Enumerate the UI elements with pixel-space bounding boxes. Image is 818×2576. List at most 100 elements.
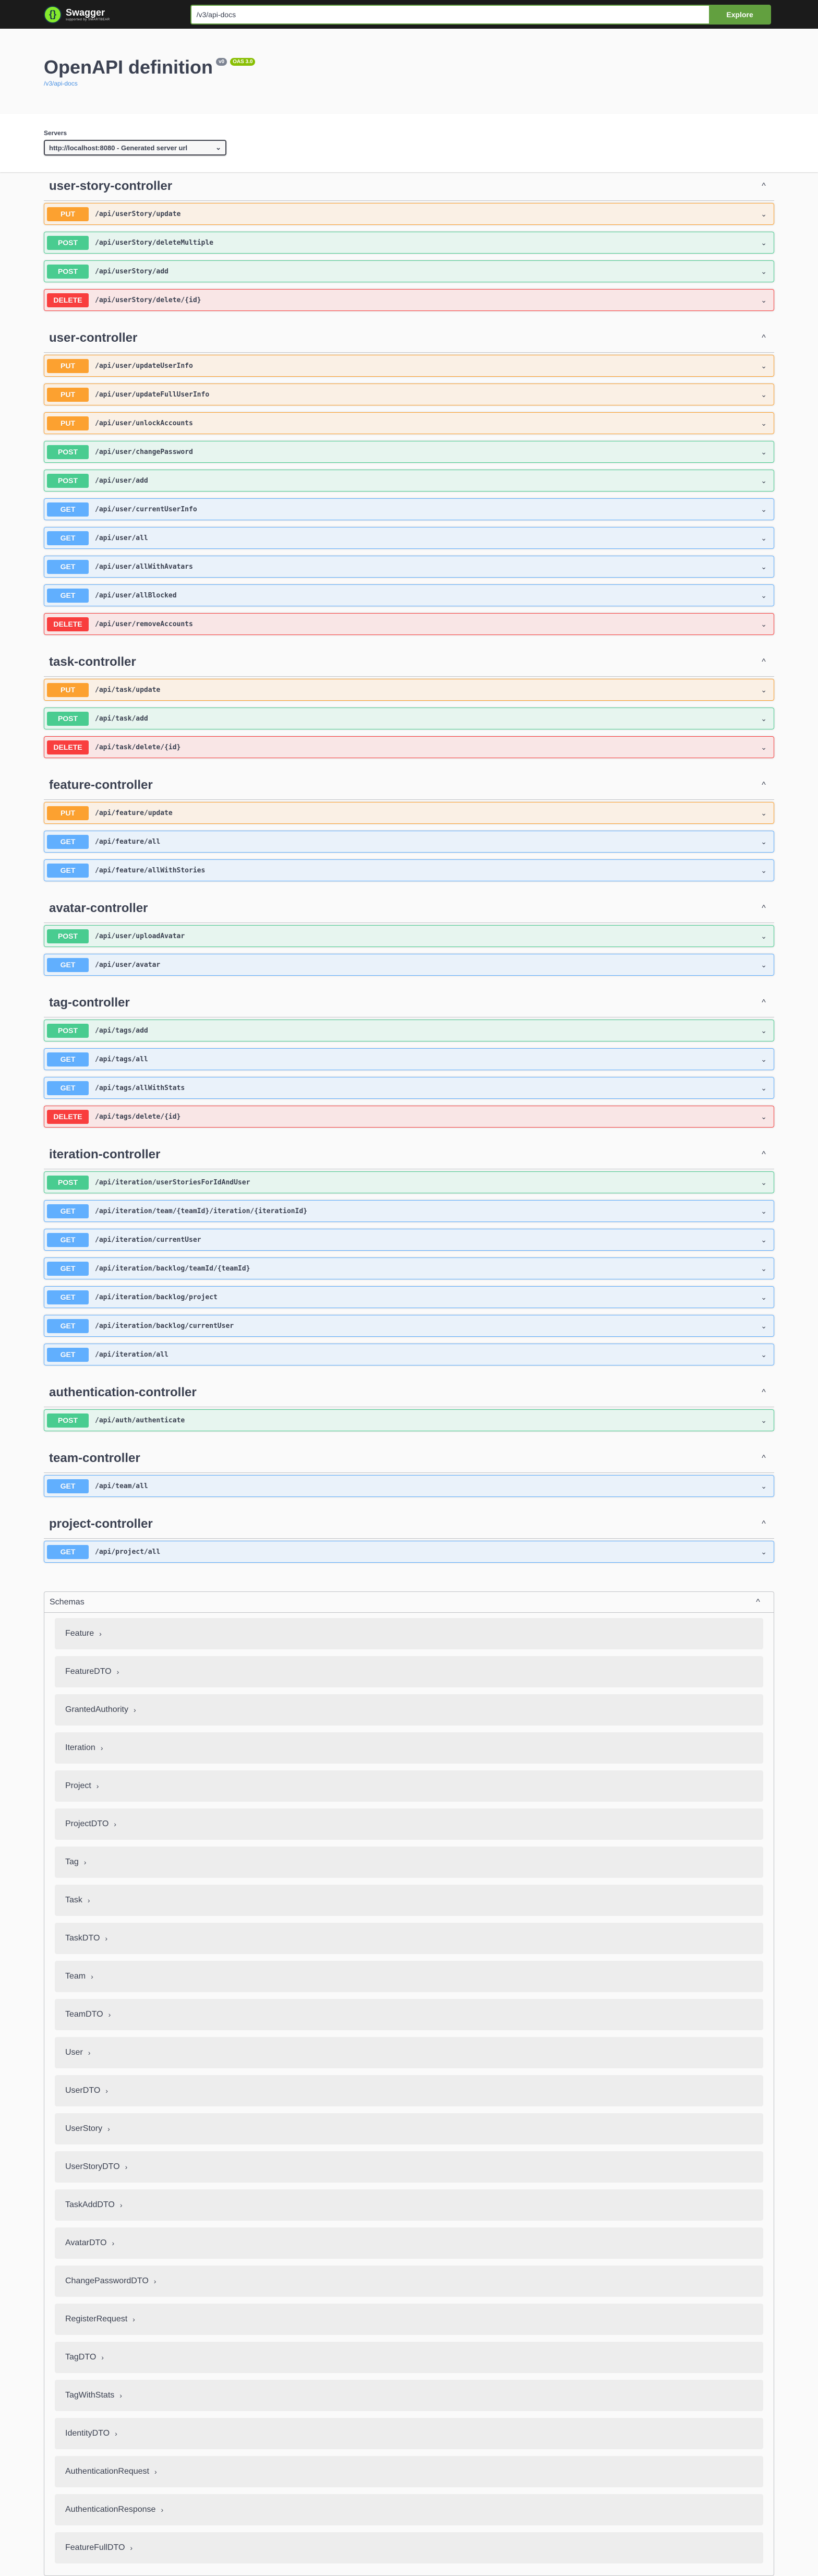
operation-get[interactable]: GET/api/tags/all ⌄ (44, 1048, 774, 1070)
chevron-down-icon[interactable]: ⌄ (761, 390, 771, 399)
api-docs-link[interactable]: /v3/api-docs (44, 80, 78, 87)
schema-item[interactable]: Feature › (55, 1618, 763, 1649)
servers-select[interactable]: http://localhost:8080 - Generated server… (44, 140, 226, 155)
operation-get[interactable]: GET/api/project/all ⌄ (44, 1541, 774, 1563)
operation-put[interactable]: PUT/api/user/updateUserInfo ⌄ (44, 355, 774, 377)
schema-item[interactable]: TeamDTO › (55, 1999, 763, 2030)
chevron-down-icon[interactable]: ⌄ (761, 620, 771, 629)
explore-button[interactable]: Explore (708, 4, 771, 25)
chevron-down-icon[interactable]: ⌄ (761, 562, 771, 571)
schema-item[interactable]: UserDTO › (55, 2075, 763, 2106)
schema-item[interactable]: TagDTO › (55, 2342, 763, 2373)
chevron-down-icon[interactable]: ⌄ (761, 1482, 771, 1491)
chevron-down-icon[interactable]: ⌄ (761, 419, 771, 428)
schema-item[interactable]: UserStoryDTO › (55, 2151, 763, 2183)
search-input[interactable] (190, 4, 709, 25)
operation-get[interactable]: GET/api/iteration/all ⌄ (44, 1344, 774, 1365)
schema-item[interactable]: UserStory › (55, 2113, 763, 2144)
chevron-down-icon[interactable]: ⌄ (761, 866, 771, 875)
chevron-down-icon[interactable]: ⌄ (761, 476, 771, 485)
chevron-down-icon[interactable]: ⌄ (761, 591, 771, 600)
chevron-down-icon[interactable]: ⌄ (761, 1026, 771, 1035)
schema-item[interactable]: FeatureDTO › (55, 1656, 763, 1687)
operation-post[interactable]: POST/api/auth/authenticate ⌄ (44, 1409, 774, 1431)
chevron-down-icon[interactable]: ⌄ (761, 448, 771, 457)
chevron-up-icon[interactable]: ^ (759, 904, 769, 913)
operation-post[interactable]: POST/api/userStory/add ⌄ (44, 260, 774, 282)
operation-put[interactable]: PUT/api/user/unlockAccounts ⌄ (44, 412, 774, 434)
operation-get[interactable]: GET/api/iteration/team/{teamId}/iteratio… (44, 1200, 774, 1222)
schema-item[interactable]: FeatureFullDTO › (55, 2532, 763, 2563)
schema-item[interactable]: Tag › (55, 1847, 763, 1878)
operation-put[interactable]: PUT/api/task/update ⌄ (44, 679, 774, 701)
chevron-down-icon[interactable]: ⌄ (761, 686, 771, 694)
operation-put[interactable]: PUT/api/userStory/update ⌄ (44, 203, 774, 225)
operation-get[interactable]: GET/api/user/all ⌄ (44, 527, 774, 549)
operation-get[interactable]: GET/api/iteration/currentUser ⌄ (44, 1229, 774, 1251)
chevron-down-icon[interactable]: ⌄ (761, 238, 771, 247)
tag-header[interactable]: task-controller ^ (44, 648, 774, 677)
chevron-down-icon[interactable]: ⌄ (761, 1207, 771, 1216)
chevron-down-icon[interactable]: ⌄ (761, 1236, 771, 1244)
chevron-down-icon[interactable]: ⌄ (761, 1548, 771, 1556)
chevron-down-icon[interactable]: ⌄ (761, 1112, 771, 1121)
schemas-header[interactable]: Schemas ^ (44, 1592, 774, 1613)
tag-header[interactable]: avatar-controller ^ (44, 894, 774, 923)
tag-header[interactable]: iteration-controller ^ (44, 1141, 774, 1169)
operation-get[interactable]: GET/api/iteration/backlog/teamId/{teamId… (44, 1257, 774, 1279)
chevron-down-icon[interactable]: ⌄ (761, 296, 771, 305)
schema-item[interactable]: Project › (55, 1770, 763, 1802)
operation-get[interactable]: GET/api/iteration/backlog/project ⌄ (44, 1286, 774, 1308)
operation-get[interactable]: GET/api/user/currentUserInfo ⌄ (44, 498, 774, 520)
operation-get[interactable]: GET/api/tags/allWithStats ⌄ (44, 1077, 774, 1099)
operation-get[interactable]: GET/api/user/allWithAvatars ⌄ (44, 556, 774, 578)
schema-item[interactable]: TagWithStats › (55, 2380, 763, 2411)
tag-header[interactable]: authentication-controller ^ (44, 1379, 774, 1407)
schema-item[interactable]: AuthenticationRequest › (55, 2456, 763, 2487)
operation-get[interactable]: GET/api/feature/allWithStories ⌄ (44, 859, 774, 881)
chevron-up-icon[interactable]: ^ (759, 182, 769, 191)
schema-item[interactable]: ProjectDTO › (55, 1808, 763, 1840)
chevron-up-icon[interactable]: ^ (759, 998, 769, 1008)
chevron-down-icon[interactable]: ⌄ (761, 1350, 771, 1359)
operation-post[interactable]: POST/api/user/add ⌄ (44, 470, 774, 492)
chevron-down-icon[interactable]: ⌄ (761, 210, 771, 219)
chevron-up-icon[interactable]: ^ (759, 1519, 769, 1529)
chevron-down-icon[interactable]: ⌄ (761, 1322, 771, 1331)
schema-item[interactable]: Iteration › (55, 1732, 763, 1764)
chevron-up-icon[interactable]: ^ (759, 1150, 769, 1159)
chevron-down-icon[interactable]: ⌄ (761, 743, 771, 752)
chevron-down-icon[interactable]: ⌄ (761, 1293, 771, 1302)
tag-header[interactable]: user-story-controller ^ (44, 172, 774, 201)
operation-get[interactable]: GET/api/user/allBlocked ⌄ (44, 584, 774, 606)
chevron-down-icon[interactable]: ⌄ (761, 961, 771, 969)
schema-item[interactable]: TaskAddDTO › (55, 2189, 763, 2221)
chevron-down-icon[interactable]: ⌄ (761, 362, 771, 370)
schema-item[interactable]: GrantedAuthority › (55, 1694, 763, 1726)
chevron-down-icon[interactable]: ⌄ (761, 1084, 771, 1093)
operation-post[interactable]: POST/api/iteration/userStoriesForIdAndUs… (44, 1171, 774, 1193)
chevron-down-icon[interactable]: ⌄ (761, 809, 771, 818)
chevron-down-icon[interactable]: ⌄ (761, 714, 771, 723)
operation-post[interactable]: POST/api/userStory/deleteMultiple ⌄ (44, 232, 774, 254)
operation-post[interactable]: POST/api/user/changePassword ⌄ (44, 441, 774, 463)
operation-delete[interactable]: DELETE/api/user/removeAccounts ⌄ (44, 613, 774, 635)
operation-get[interactable]: GET/api/iteration/backlog/currentUser ⌄ (44, 1315, 774, 1337)
operation-post[interactable]: POST/api/tags/add ⌄ (44, 1020, 774, 1041)
schema-item[interactable]: IdentityDTO › (55, 2418, 763, 2449)
schema-item[interactable]: Task › (55, 1885, 763, 1916)
operation-get[interactable]: GET/api/user/avatar ⌄ (44, 954, 774, 976)
chevron-down-icon[interactable]: ⌄ (761, 1416, 771, 1425)
operation-delete[interactable]: DELETE/api/task/delete/{id} ⌄ (44, 736, 774, 758)
chevron-down-icon[interactable]: ⌄ (761, 505, 771, 514)
chevron-down-icon[interactable]: ⌄ (761, 1055, 771, 1064)
tag-header[interactable]: user-controller ^ (44, 324, 774, 353)
schema-item[interactable]: ChangePasswordDTO › (55, 2266, 763, 2297)
chevron-down-icon[interactable]: ⌄ (761, 267, 771, 276)
tag-header[interactable]: tag-controller ^ (44, 989, 774, 1017)
operation-get[interactable]: GET/api/feature/all ⌄ (44, 831, 774, 853)
tag-header[interactable]: team-controller ^ (44, 1444, 774, 1473)
tag-header[interactable]: project-controller ^ (44, 1510, 774, 1539)
schema-item[interactable]: Team › (55, 1961, 763, 1992)
chevron-up-icon[interactable]: ^ (759, 1454, 769, 1463)
